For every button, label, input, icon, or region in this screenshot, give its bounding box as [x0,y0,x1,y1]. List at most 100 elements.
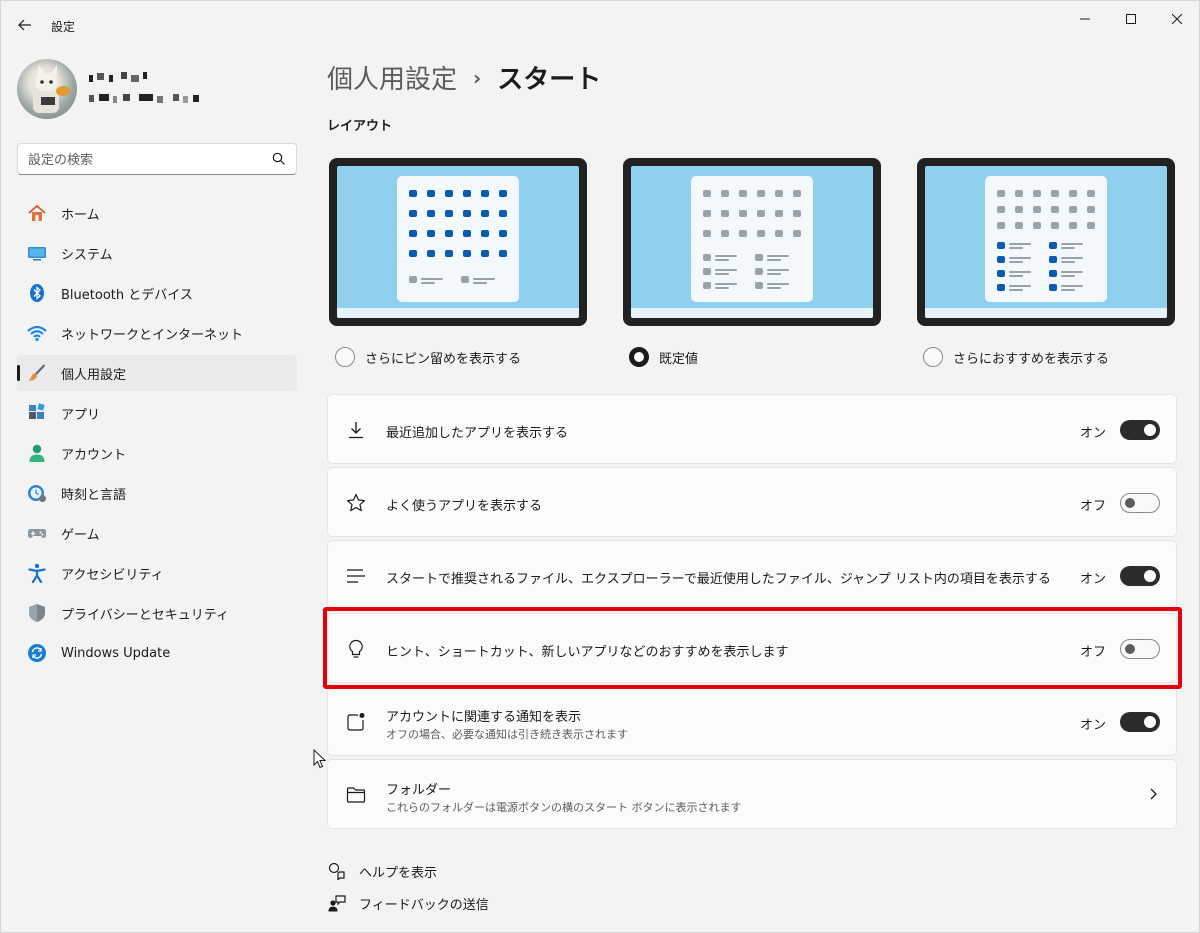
minimize-button[interactable] [1063,5,1107,33]
layout-option-more-recommendations[interactable]: さらにおすすめを表示する [923,347,1109,367]
preview-dot [1049,284,1057,291]
preview-dot [499,190,507,197]
preview-line [767,269,789,271]
preview-dot [739,210,747,217]
avatar [17,59,77,119]
breadcrumb-parent[interactable]: 個人用設定 [327,59,457,96]
apps-icon [27,403,47,423]
preview-dot [703,268,711,275]
preview-line [715,283,737,285]
setting-account-notifications: アカウントに関連する通知を表示 オフの場合、必要な通知は引き続き表示されます オ… [327,686,1177,756]
preview-dot [721,190,729,197]
toggle-switch[interactable] [1120,420,1160,440]
sidebar-item-label: 時刻と言語 [61,487,127,503]
preview-dot [481,190,489,197]
sidebar-item-label: 個人用設定 [61,367,127,383]
sidebar-item-system[interactable]: システム [17,235,297,271]
layout-option-more-pins[interactable]: さらにピン留めを表示する [335,347,521,367]
preview-dot [703,210,711,217]
setting-folders[interactable]: フォルダー これらのフォルダーは電源ボタンの横のスタート ボタンに表示されます [327,759,1177,829]
preview-line [1061,261,1075,263]
sidebar-item-windows-update[interactable]: Windows Update [17,635,297,671]
maximize-button[interactable] [1109,5,1153,33]
sidebar-item-privacy[interactable]: プライバシーとセキュリティ [17,595,297,631]
sidebar-item-network[interactable]: ネットワークとインターネット [17,315,297,351]
sidebar-item-gaming[interactable]: ゲーム [17,515,297,551]
preview-dot [703,190,711,197]
sidebar-item-label: アプリ [61,407,101,423]
app-title: 設定 [51,20,76,34]
preview-dot [1069,190,1077,197]
layout-preview-more-pins[interactable] [329,158,587,326]
preview-line [1061,289,1075,291]
preview-line [767,259,781,261]
preview-line [1061,285,1083,287]
search-box[interactable] [17,143,297,175]
preview-dot [1015,206,1023,213]
preview-dot [1049,256,1057,263]
sidebar-item-home[interactable]: ホーム [17,195,297,231]
sidebar-item-accounts[interactable]: アカウント [17,435,297,471]
lightbulb-icon [345,638,367,660]
search-icon[interactable] [272,152,286,170]
setting-title: フォルダー [386,783,452,798]
help-link[interactable]: ヘルプを表示 [327,861,437,881]
preview-dot [757,190,765,197]
preview-line [767,255,789,257]
toggle-switch[interactable] [1120,493,1160,513]
preview-dot [755,268,763,275]
preview-dot [1069,206,1077,213]
layout-option-default[interactable]: 既定値 [629,347,698,367]
close-icon [1172,14,1182,24]
preview-dot [409,210,417,217]
preview-dot [757,230,765,237]
preview-line [715,259,729,261]
radio-label: さらにピン留めを表示する [365,351,522,367]
back-button[interactable] [15,15,35,35]
toggle-switch[interactable] [1120,566,1160,586]
search-input[interactable] [28,150,258,170]
preview-dot [997,270,1005,277]
sidebar-item-apps[interactable]: アプリ [17,395,297,431]
preview-dot [739,230,747,237]
setting-title: 最近追加したアプリを表示する [386,426,569,441]
preview-line [1061,243,1083,245]
sidebar-item-label: システム [61,247,113,263]
close-button[interactable] [1155,5,1199,33]
preview-dot [445,210,453,217]
preview-line [1009,285,1031,287]
brush-icon [27,363,47,383]
sidebar-item-bluetooth[interactable]: Bluetooth とデバイス [17,275,297,311]
preview-dot [757,210,765,217]
radio-button[interactable] [335,347,355,367]
radio-button-selected[interactable] [629,347,649,367]
toggle-switch[interactable] [1120,639,1160,659]
sidebar-item-label: ホーム [61,207,100,223]
preview-line [1009,271,1031,273]
preview-dot [1049,270,1057,277]
sidebar-item-label: ゲーム [61,527,100,543]
feedback-link-label: フィードバックの送信 [359,897,489,913]
preview-dot [1033,190,1041,197]
preview-dot [1051,190,1059,197]
preview-line [421,278,443,280]
radio-button[interactable] [923,347,943,367]
layout-preview-default[interactable] [623,158,881,326]
radio-label: さらにおすすめを表示する [953,351,1110,367]
preview-dot [1015,190,1023,197]
sidebar-item-accessibility[interactable]: アクセシビリティ [17,555,297,591]
sidebar-item-time-language[interactable]: 時刻と言語 [17,475,297,511]
setting-title: アカウントに関連する通知を表示 [386,710,582,725]
sidebar-item-personalization[interactable]: 個人用設定 [17,355,297,391]
mouse-cursor-icon [313,748,327,773]
setting-recommended-files: スタートで推奨されるファイル、エクスプローラーで最近使用したファイル、ジャンプ … [327,540,1177,610]
layout-preview-more-recommendations[interactable] [917,158,1175,326]
preview-dot [445,230,453,237]
download-icon [345,419,367,441]
feedback-link[interactable]: フィードバックの送信 [327,893,489,913]
shield-icon [27,603,47,623]
toggle-switch[interactable] [1120,712,1160,732]
gamepad-icon [27,523,47,543]
preview-dot [997,190,1005,197]
preview-line [1061,257,1083,259]
